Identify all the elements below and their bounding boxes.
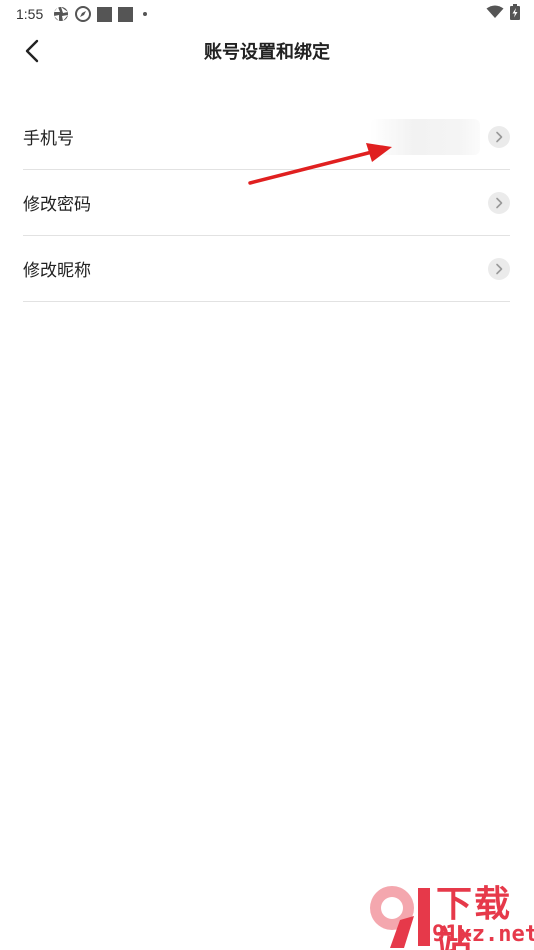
- chevron-right-icon: [488, 191, 510, 214]
- phone-number-row[interactable]: 手机号: [23, 104, 510, 170]
- phone-number-value-blurred: [370, 118, 480, 155]
- change-password-row[interactable]: 修改密码: [23, 170, 510, 236]
- app-notification-icon: [97, 6, 113, 22]
- wifi-icon: [486, 5, 504, 24]
- watermark-domain: 91xz.net: [432, 922, 534, 947]
- chevron-right-icon: [488, 257, 510, 280]
- nav-bar: 账号设置和绑定: [0, 28, 534, 74]
- row-label: 手机号: [23, 129, 74, 148]
- row-label: 修改昵称: [23, 261, 91, 280]
- battery-charging-icon: [510, 3, 520, 25]
- row-label: 修改密码: [23, 195, 91, 214]
- chevron-right-icon: [488, 125, 510, 148]
- chevron-left-icon: [25, 39, 39, 63]
- aperture-icon: [53, 6, 69, 22]
- status-bar: 1:55: [0, 0, 534, 28]
- settings-list: 手机号 修改密码 修改昵称: [23, 104, 510, 302]
- page-title: 账号设置和绑定: [204, 42, 330, 62]
- back-button[interactable]: [18, 37, 46, 65]
- status-time: 1:55: [16, 6, 44, 22]
- compass-icon: [75, 6, 92, 22]
- notification-icons: [53, 6, 148, 22]
- app-notification-icon: [118, 6, 134, 22]
- more-notifications-icon: [143, 12, 148, 16]
- change-nickname-row[interactable]: 修改昵称: [23, 236, 510, 302]
- system-icons: [486, 3, 520, 25]
